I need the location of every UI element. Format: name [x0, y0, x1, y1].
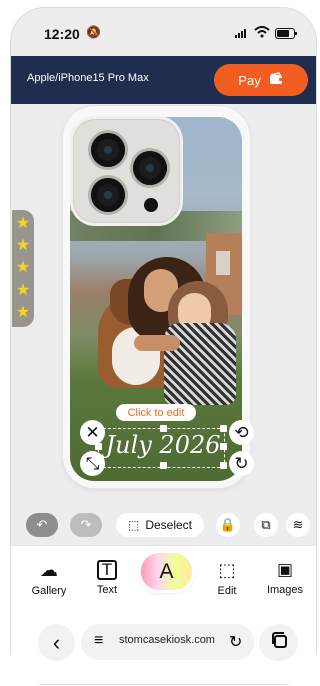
product-header: Apple/iPhone15 Pro Max Pay: [11, 56, 316, 104]
delete-layer-button[interactable]: ✕: [80, 420, 105, 445]
gallery-menu-item[interactable]: ☁ Gallery: [22, 560, 76, 597]
text-color-button[interactable]: A: [141, 553, 192, 590]
edit-label: Edit: [217, 585, 237, 597]
tabs-icon: [270, 631, 288, 654]
star-icon: ★: [15, 303, 31, 321]
camera-bump: [73, 119, 180, 223]
crop-icon: ⬚: [218, 560, 236, 580]
layers-icon: ≋: [292, 517, 304, 532]
click-to-edit-badge[interactable]: Click to edit: [116, 404, 196, 421]
undo-button[interactable]: ↶: [26, 513, 58, 537]
redo-rotate-button[interactable]: ↻: [229, 451, 254, 476]
camera-flash: [144, 198, 158, 212]
text-label: Text: [96, 584, 118, 596]
deselect-label: Deselect: [145, 518, 193, 532]
star-icon: ★: [15, 281, 31, 299]
pay-label: Pay: [238, 72, 261, 88]
rating-tab[interactable]: ★ ★ ★ ★ ★: [12, 210, 34, 327]
browser-url: stomcasekiosk.com: [119, 634, 215, 646]
star-icon: ★: [15, 237, 31, 255]
rotate-layer-button[interactable]: ⟲: [229, 420, 254, 445]
case-script-text[interactable]: July 2026: [103, 431, 223, 459]
close-icon: ✕: [85, 422, 100, 442]
redo-button[interactable]: ↷: [70, 513, 102, 537]
layers-button[interactable]: ≋: [286, 513, 310, 537]
battery-icon: [275, 28, 297, 39]
bell-slash-icon: 🔕: [86, 25, 101, 39]
wallet-icon: [269, 72, 284, 88]
camera-lens: [91, 133, 125, 167]
expand-icon: ⤡: [85, 453, 100, 473]
lock-icon: 🔒: [219, 517, 237, 532]
browser-tabs-button[interactable]: [259, 624, 298, 661]
duplicate-button[interactable]: ⧉: [254, 513, 278, 537]
camera-lens: [133, 151, 167, 185]
cloud-upload-icon: ☁: [40, 560, 58, 580]
pay-button[interactable]: Pay: [214, 64, 308, 96]
deselect-button[interactable]: ⬚ Deselect: [116, 513, 204, 537]
images-menu-item[interactable]: ▣ Images: [258, 560, 312, 596]
star-icon: ★: [15, 215, 31, 233]
menu-icon: ≡: [94, 632, 104, 649]
camera-lens: [91, 178, 125, 212]
resize-handle[interactable]: [160, 462, 167, 469]
rotate-icon: ⟲: [234, 422, 249, 442]
signal-icon: [235, 29, 246, 38]
resize-handle[interactable]: [220, 462, 227, 469]
gallery-label: Gallery: [31, 585, 67, 597]
status-bar: 12:20 🔕: [11, 8, 316, 50]
box-icon: ⬚: [127, 518, 140, 532]
browser-address-bar[interactable]: ≡ stomcasekiosk.com ↻: [81, 624, 254, 660]
text-color-letter: A: [159, 559, 174, 583]
copy-icon: ⧉: [261, 517, 271, 532]
images-label: Images: [266, 584, 304, 596]
status-time: 12:20: [44, 26, 80, 42]
refresh-icon: ↻: [229, 634, 243, 651]
star-icon: ★: [15, 259, 31, 277]
edit-menu-item[interactable]: ⬚ Edit: [200, 560, 254, 597]
text-icon: T: [97, 560, 117, 580]
scale-layer-button[interactable]: ⤡: [80, 451, 105, 476]
text-menu-item[interactable]: T Text: [80, 560, 134, 596]
image-icon: ▣: [276, 560, 294, 579]
refresh-icon: ↻: [234, 453, 249, 473]
photo-arm: [134, 335, 180, 351]
device-model: Apple/iPhone15 Pro Max: [27, 72, 149, 84]
wifi-icon: [254, 25, 270, 43]
lock-button[interactable]: 🔒: [216, 513, 240, 537]
undo-icon: ↶: [36, 517, 48, 532]
browser-back-button[interactable]: ‹: [38, 624, 75, 661]
redo-icon: ↷: [80, 517, 92, 532]
chevron-left-icon: ‹: [52, 629, 61, 655]
